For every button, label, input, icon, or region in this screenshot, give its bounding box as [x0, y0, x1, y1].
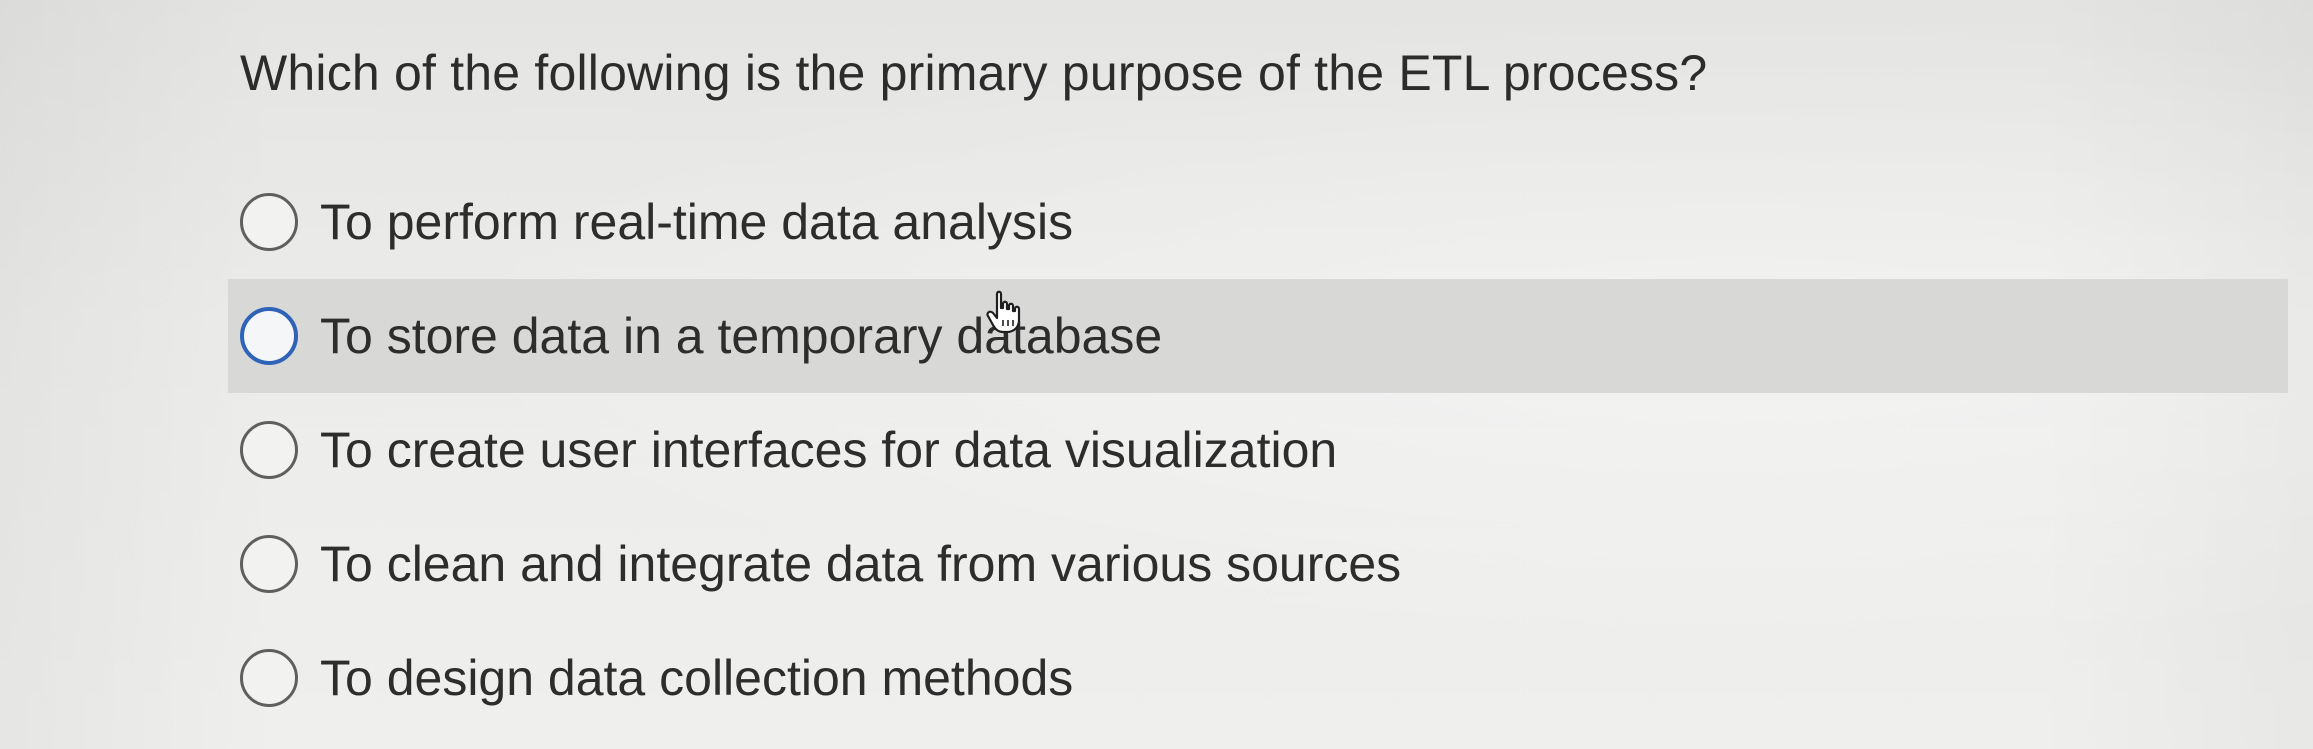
- radio-button-3[interactable]: [240, 421, 298, 479]
- option-3[interactable]: To create user interfaces for data visua…: [228, 393, 2288, 507]
- question-text: Which of the following is the primary pu…: [240, 45, 1708, 101]
- option-2[interactable]: To store data in a temporary database: [228, 279, 2288, 393]
- option-label-4[interactable]: To clean and integrate data from various…: [320, 529, 1401, 599]
- option-label-2[interactable]: To store data in a temporary database: [320, 301, 1162, 371]
- option-label-5[interactable]: To design data collection methods: [320, 643, 1073, 713]
- option-5[interactable]: To design data collection methods: [228, 621, 2288, 735]
- option-label-1[interactable]: To perform real-time data analysis: [320, 187, 1073, 257]
- option-label-3[interactable]: To create user interfaces for data visua…: [320, 415, 1337, 485]
- radio-button-5[interactable]: [240, 649, 298, 707]
- option-4[interactable]: To clean and integrate data from various…: [228, 507, 2288, 621]
- answer-options: To perform real-time data analysis To st…: [228, 165, 2288, 735]
- radio-button-4[interactable]: [240, 535, 298, 593]
- option-1[interactable]: To perform real-time data analysis: [228, 165, 2288, 279]
- radio-button-1[interactable]: [240, 193, 298, 251]
- radio-button-2[interactable]: [240, 307, 298, 365]
